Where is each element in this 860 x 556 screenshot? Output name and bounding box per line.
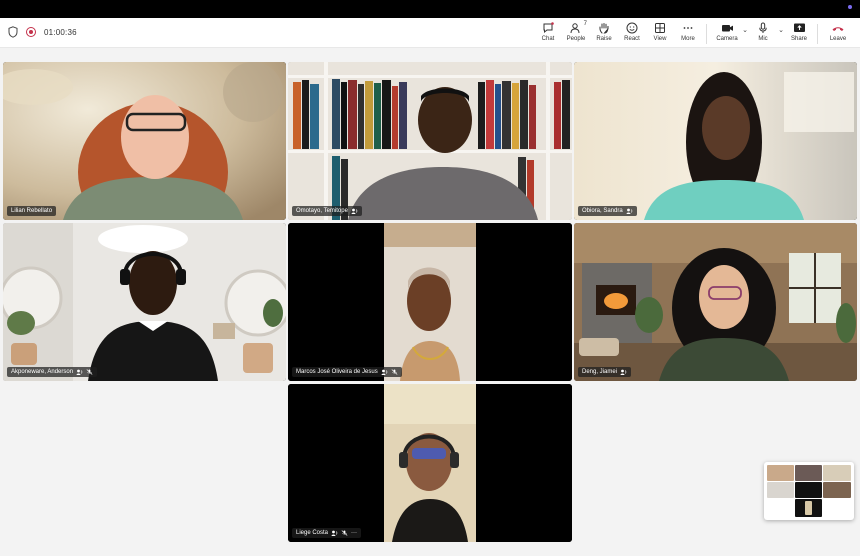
recording-icon	[26, 27, 36, 37]
hand-icon	[599, 22, 609, 34]
more-icon	[683, 26, 693, 29]
video-tile[interactable]: Deng, Jiamei	[574, 223, 857, 381]
mic-muted-icon	[86, 369, 93, 375]
speaker-icon	[626, 208, 632, 214]
mic-muted-icon	[341, 530, 348, 536]
toolbar-divider	[706, 24, 707, 44]
title-bar	[0, 0, 860, 18]
preview-thumb	[767, 482, 794, 498]
mic-muted-icon	[391, 369, 398, 375]
participant-name-tag: Liege Costa ···	[292, 528, 362, 538]
view-button[interactable]: View	[646, 21, 674, 47]
video-tile[interactable]: Omotayo, Temitope	[288, 62, 572, 220]
people-icon	[570, 22, 580, 33]
meeting-toolbar: 01:00:36 Chat 7 People Raise React View …	[0, 18, 860, 48]
leave-button[interactable]: Leave	[824, 21, 852, 47]
participant-name-tag: Akponeware, Anderson	[7, 367, 98, 377]
participant-video	[288, 384, 572, 542]
more-button[interactable]: More	[674, 21, 702, 47]
speaker-icon	[620, 369, 627, 375]
video-tile[interactable]: Obiora, Sandra	[574, 62, 857, 220]
video-tile[interactable]: Lilian Rebellato	[3, 62, 286, 220]
camera-icon	[721, 24, 733, 31]
participant-video	[3, 62, 286, 220]
people-button[interactable]: 7 People	[562, 21, 590, 47]
participant-name-tag: Lilian Rebellato	[7, 206, 57, 216]
participant-video	[574, 223, 857, 381]
participant-video	[574, 62, 857, 220]
video-tile[interactable]: Marcos José Oliveira de Jesus	[288, 223, 572, 381]
preview-thumb	[795, 482, 822, 498]
speaker-icon	[381, 369, 387, 375]
mic-icon	[759, 22, 767, 33]
preview-thumb	[823, 465, 851, 481]
smiley-icon	[626, 22, 638, 33]
video-tile[interactable]: Liege Costa ···	[288, 384, 572, 542]
notification-dot	[848, 5, 852, 9]
speaker-icon	[76, 369, 83, 375]
shield-icon[interactable]	[8, 26, 18, 38]
meeting-timer: 01:00:36	[44, 27, 77, 37]
toolbar-divider	[817, 24, 818, 44]
hang-up-icon	[832, 26, 844, 31]
participant-name-tag: Deng, Jiamei	[578, 367, 632, 377]
participant-more-button[interactable]: ···	[351, 530, 357, 536]
chat-icon	[543, 21, 554, 33]
preview-thumb	[795, 465, 822, 481]
self-view-preview[interactable]	[764, 462, 854, 520]
preview-thumb	[823, 482, 851, 498]
people-count: 7	[583, 21, 587, 27]
camera-options-chevron-icon[interactable]: ⌄	[741, 17, 749, 43]
raise-hand-button[interactable]: Raise	[590, 21, 618, 47]
grid-icon	[655, 22, 665, 33]
participant-name-tag: Marcos José Oliveira de Jesus	[292, 367, 402, 377]
camera-button[interactable]: Camera	[713, 21, 741, 47]
video-tile[interactable]: Akponeware, Anderson	[3, 223, 286, 381]
chat-button[interactable]: Chat	[534, 21, 562, 47]
preview-thumb-face	[805, 501, 812, 515]
participant-video	[3, 223, 286, 381]
share-button[interactable]: Share	[785, 21, 813, 47]
mic-button[interactable]: Mic	[749, 21, 777, 47]
participant-video	[288, 62, 572, 220]
speaker-icon	[351, 208, 358, 214]
participant-name-tag: Obiora, Sandra	[578, 206, 637, 216]
mic-options-chevron-icon[interactable]: ⌄	[777, 17, 785, 43]
participant-name-tag: Omotayo, Temitope	[292, 206, 362, 216]
participant-video	[288, 223, 572, 381]
preview-thumb	[767, 465, 794, 481]
speaker-icon	[331, 530, 338, 536]
share-screen-icon	[793, 23, 805, 32]
react-button[interactable]: React	[618, 21, 646, 47]
